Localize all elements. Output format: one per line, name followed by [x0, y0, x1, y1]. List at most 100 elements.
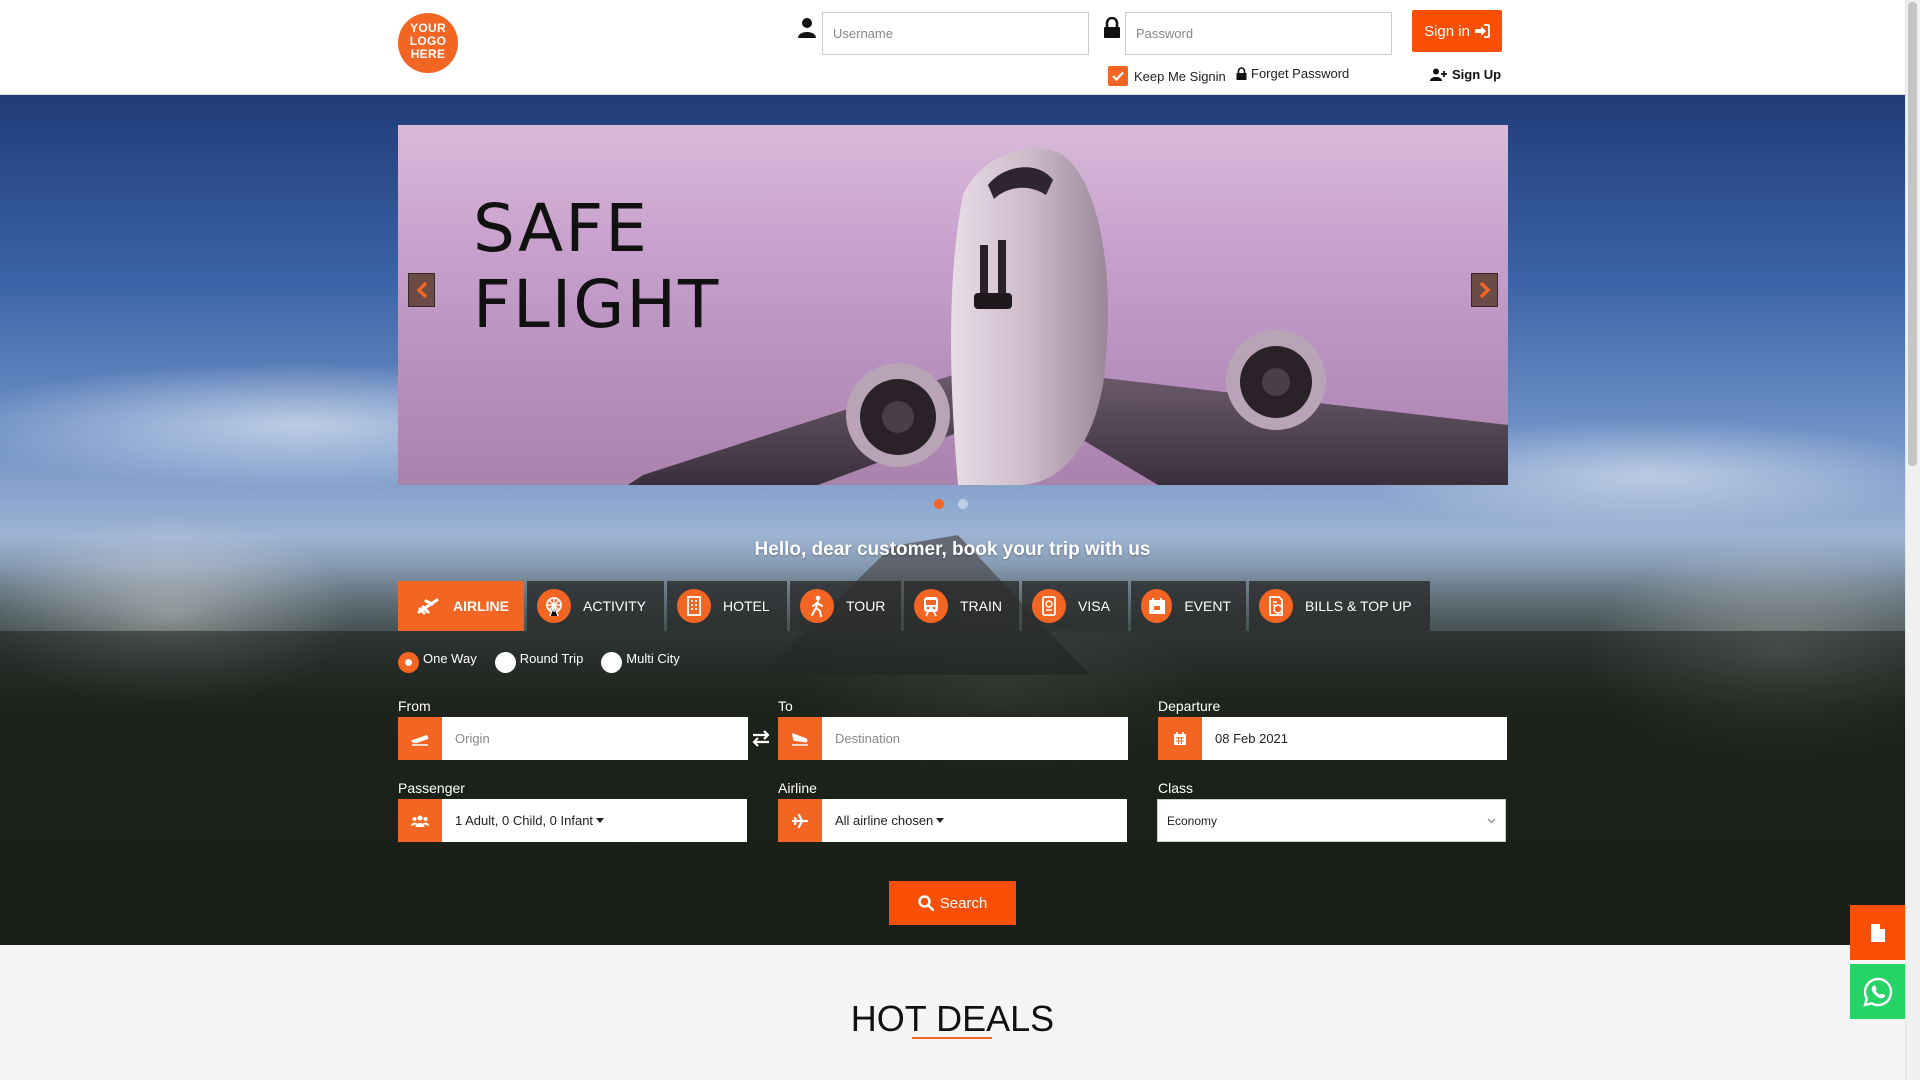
tab-train-label: TRAIN [960, 598, 1002, 614]
chevron-down-icon [1487, 818, 1496, 823]
tab-bills[interactable]: BILLS & TOP UP [1249, 581, 1430, 631]
airline-field[interactable]: All airline chosen [778, 799, 1127, 842]
calendar-icon [1158, 717, 1202, 760]
service-tabs: AIRLINE ACTIVITY HOTEL TOUR TRAIN VISA E… [398, 581, 1430, 631]
tab-visa[interactable]: VISA [1022, 581, 1128, 631]
slide-title: SAFE FLIGHT [473, 191, 720, 343]
caret-down-icon [596, 818, 605, 823]
chevron-right-icon [1479, 281, 1490, 299]
passenger-value: 1 Adult, 0 Child, 0 Infant [455, 813, 594, 828]
forget-password-label: Forget Password [1251, 66, 1350, 81]
hot-deals-title: HOT DEALS [850, 998, 1055, 1039]
departure-label: Departure [1158, 698, 1221, 714]
document-icon [1870, 923, 1885, 942]
radio-dot[interactable] [494, 652, 516, 673]
user-icon [798, 18, 816, 38]
username-input[interactable] [822, 12, 1089, 55]
airline-value: All airline chosen [835, 813, 934, 828]
tab-airline[interactable]: AIRLINE [398, 581, 524, 631]
passenger-field[interactable]: 1 Adult, 0 Child, 0 Infant [398, 799, 747, 842]
chevron-left-icon [416, 281, 427, 299]
tab-hotel-label: HOTEL [723, 598, 770, 614]
scrollbar-thumb[interactable] [1908, 2, 1917, 466]
radio-one-way[interactable]: One Way [398, 651, 477, 673]
tab-activity[interactable]: ACTIVITY [527, 581, 664, 631]
slider-prev-button[interactable] [408, 273, 435, 307]
calendar-event-icon [1141, 589, 1173, 623]
ferris-wheel-icon [537, 589, 571, 623]
takeoff-icon [398, 717, 442, 760]
plane-icon [414, 589, 441, 623]
airline-label: Airline [778, 780, 817, 796]
origin-input[interactable]: Origin [442, 717, 748, 760]
origin-field[interactable]: Origin [398, 717, 748, 760]
passenger-dropdown[interactable]: 1 Adult, 0 Child, 0 Infant [442, 799, 747, 842]
whatsapp-icon [1862, 977, 1892, 1007]
radio-round-trip-label: Round Trip [519, 651, 584, 666]
tab-event[interactable]: EVENT [1131, 581, 1246, 631]
tab-visa-label: VISA [1078, 598, 1110, 614]
airline-dropdown[interactable]: All airline chosen [822, 799, 1127, 842]
slide-title-line-2: FLIGHT [473, 266, 721, 343]
tab-event-label: EVENT [1184, 598, 1231, 614]
radio-multi-city-label: Multi City [626, 651, 680, 666]
top-header: YOUR LOGO HERE Sign in Keep Me Signin Fo… [0, 0, 1905, 95]
tab-tour-label: TOUR [846, 598, 886, 614]
swap-icon[interactable] [751, 728, 771, 748]
from-label: From [398, 698, 431, 714]
logo-line-3: HERE [410, 47, 446, 61]
trip-type-group: One Way Round Trip Multi City [398, 651, 680, 673]
search-button[interactable]: Search [889, 881, 1016, 925]
radio-multi-city[interactable]: Multi City [601, 651, 680, 673]
to-label: To [778, 698, 793, 714]
slider-next-button[interactable] [1471, 273, 1498, 307]
small-lock-icon [1236, 67, 1247, 80]
keep-signin-label: Keep Me Signin [1134, 68, 1226, 84]
lock-icon [1104, 17, 1120, 38]
caret-down-icon [936, 818, 945, 823]
radio-dot[interactable] [601, 652, 623, 673]
tab-train[interactable]: TRAIN [904, 581, 1019, 631]
radio-one-way-label: One Way [423, 651, 477, 666]
departure-field[interactable]: 08 Feb 2021 [1158, 717, 1507, 760]
sign-in-button[interactable]: Sign in [1412, 10, 1502, 52]
check-icon[interactable] [1108, 66, 1128, 86]
class-label: Class [1158, 780, 1194, 796]
slide-title-line-1: SAFE [473, 190, 649, 267]
search-icon [918, 895, 934, 911]
keep-signin-checkbox[interactable]: Keep Me Signin [1108, 66, 1226, 86]
passport-icon [1032, 589, 1066, 623]
hot-deals-underline [912, 1037, 992, 1039]
passenger-label: Passenger [398, 780, 465, 796]
password-input[interactable] [1125, 12, 1392, 55]
landing-icon [778, 717, 822, 760]
radio-round-trip[interactable]: Round Trip [494, 651, 584, 673]
destination-input[interactable]: Destination [822, 717, 1128, 760]
search-label: Search [939, 894, 988, 912]
destination-field[interactable]: Destination [778, 717, 1128, 760]
class-select[interactable]: Economy [1157, 799, 1506, 842]
slider-dot-2[interactable] [958, 499, 968, 509]
hero-slider[interactable]: SAFE FLIGHT [398, 125, 1508, 485]
sign-in-icon [1474, 24, 1490, 38]
whatsapp-float-button[interactable] [1850, 964, 1905, 1019]
user-plus-icon [1430, 68, 1447, 81]
logo[interactable]: YOUR LOGO HERE [398, 13, 458, 73]
tab-tour[interactable]: TOUR [790, 581, 901, 631]
forget-password-link[interactable]: Forget Password [1236, 66, 1349, 81]
tab-hotel[interactable]: HOTEL [667, 581, 787, 631]
sign-up-link[interactable]: Sign Up [1430, 67, 1501, 82]
tab-bills-label: BILLS & TOP UP [1305, 598, 1412, 614]
hiker-icon [800, 589, 834, 623]
document-float-button[interactable] [1850, 905, 1905, 960]
class-value: Economy [1167, 813, 1218, 828]
bill-icon [1259, 589, 1293, 623]
sign-up-label: Sign Up [1452, 67, 1502, 82]
users-icon [398, 799, 442, 842]
building-icon [677, 589, 711, 623]
slider-dot-1[interactable] [934, 499, 944, 509]
departure-date[interactable]: 08 Feb 2021 [1202, 717, 1507, 760]
radio-dot-checked[interactable] [398, 652, 419, 673]
airplane-icon [778, 799, 822, 842]
sign-in-label: Sign in [1424, 22, 1470, 40]
